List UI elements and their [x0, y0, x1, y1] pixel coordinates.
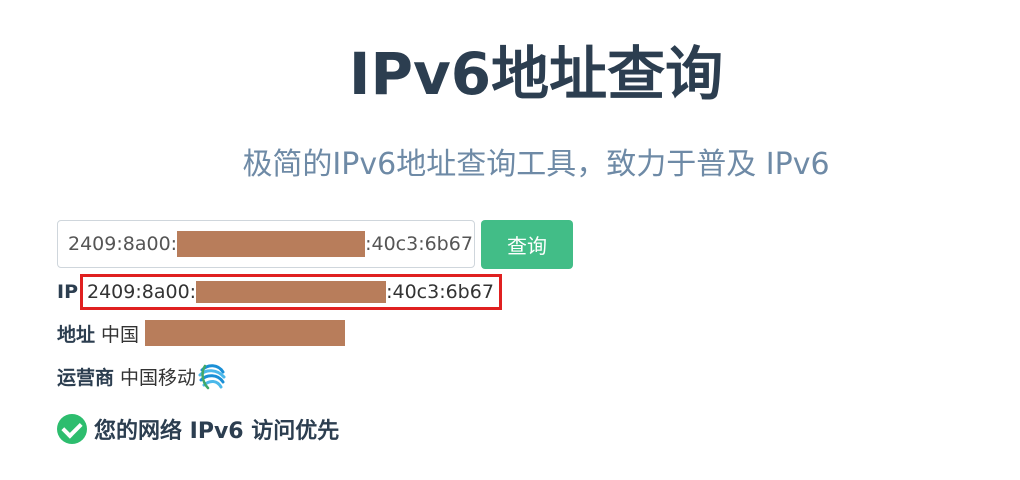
address-value: 中国: [101, 323, 140, 346]
china-mobile-logo-icon: [198, 364, 226, 390]
check-circle-icon: [57, 414, 87, 444]
address-row: 地址 中国: [57, 318, 346, 348]
address-label: 地址: [57, 323, 96, 346]
isp-row: 运营商 中国移动: [57, 358, 228, 394]
status-row: 您的网络 IPv6 访问优先: [57, 410, 339, 448]
ip-row: IP 2409:8a00: :40c3:6b67: [57, 274, 502, 310]
status-text: 您的网络 IPv6 访问优先: [94, 419, 340, 444]
ip-label: IP: [57, 281, 78, 303]
ip-value-highlight: 2409:8a00: :40c3:6b67: [80, 274, 502, 310]
page-subtitle: 极简的IPv6地址查询工具，致力于普及 IPv6: [242, 147, 830, 182]
page: IPv6地址查询 极简的IPv6地址查询工具，致力于普及 IPv6 2409:8…: [0, 0, 1020, 480]
isp-value: 中国移动: [120, 366, 197, 389]
isp-label: 运营商: [57, 366, 115, 389]
ip-prefix: 2409:8a00:: [87, 281, 197, 303]
input-prefix: 2409:8a00:: [68, 233, 178, 255]
input-suffix: :40c3:6b67: [365, 233, 473, 255]
redacted-block: [145, 320, 346, 346]
query-button[interactable]: 查询: [481, 220, 573, 269]
redacted-block: [177, 231, 366, 257]
ip-search-input[interactable]: 2409:8a00: :40c3:6b67: [57, 220, 475, 268]
ip-suffix: :40c3:6b67: [386, 281, 494, 303]
redacted-block: [196, 281, 387, 303]
page-title: IPv6地址查询: [348, 40, 724, 108]
